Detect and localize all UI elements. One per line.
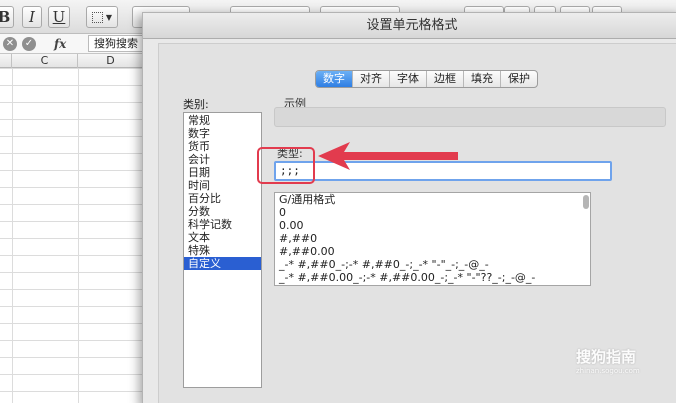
tab-font[interactable]: 字体: [390, 71, 427, 87]
bold-button[interactable]: B: [0, 6, 14, 28]
corner-header[interactable]: [0, 54, 12, 68]
category-item-time[interactable]: 时间: [184, 179, 261, 192]
format-code-item[interactable]: G/通用格式: [275, 193, 590, 206]
category-item-date[interactable]: 日期: [184, 166, 261, 179]
category-item-number[interactable]: 数字: [184, 127, 261, 140]
format-code-list[interactable]: G/通用格式 0 0.00 #,##0 #,##0.00 _-* #,##0_-…: [274, 192, 591, 286]
annotation-highlight-box: [257, 147, 315, 184]
annotation-arrow-icon: [318, 142, 458, 170]
category-item-fraction[interactable]: 分数: [184, 205, 261, 218]
sample-preview: [274, 107, 666, 127]
confirm-icon[interactable]: ✓: [22, 36, 36, 51]
category-item-percentage[interactable]: 百分比: [184, 192, 261, 205]
formula-bar: ✕ ✓ fx 搜狗搜索: [0, 34, 158, 54]
column-header-c[interactable]: C: [12, 54, 78, 68]
fx-icon[interactable]: fx: [54, 37, 66, 51]
format-cells-dialog: 设置单元格格式 数字 对齐 字体 边框 填充 保护 类别: 常规 数字 货币 会…: [142, 12, 676, 403]
chevron-down-icon: ▼: [105, 12, 113, 22]
format-code-item[interactable]: 0.00: [275, 219, 590, 232]
category-item-custom[interactable]: 自定义: [184, 257, 261, 270]
category-list[interactable]: 常规 数字 货币 会计 日期 时间 百分比 分数 科学记数 文本 特殊 自定义: [183, 112, 262, 388]
category-item-accounting[interactable]: 会计: [184, 153, 261, 166]
tab-alignment[interactable]: 对齐: [353, 71, 390, 87]
tab-fill[interactable]: 填充: [464, 71, 501, 87]
watermark-url: zhinan.sogou.com: [576, 367, 640, 375]
column-headers: C D: [0, 54, 150, 68]
watermark-title: 搜狗指南: [576, 348, 637, 366]
format-code-item[interactable]: _-* #,##0.00_-;-* #,##0.00_-;_-* "-"??_-…: [275, 271, 590, 284]
tab-bar: 数字 对齐 字体 边框 填充 保护: [315, 70, 538, 88]
tab-number[interactable]: 数字: [316, 71, 353, 87]
category-label: 类别:: [183, 98, 209, 111]
dialog-title: 设置单元格格式: [143, 13, 676, 39]
format-code-item[interactable]: #,##0: [275, 232, 590, 245]
category-item-general[interactable]: 常规: [184, 114, 261, 127]
border-icon: [91, 11, 103, 23]
border-dropdown[interactable]: ▼: [86, 6, 118, 28]
italic-button[interactable]: I: [22, 6, 42, 28]
column-header-d[interactable]: D: [78, 54, 144, 68]
format-code-item[interactable]: _-* #,##0_-;-* #,##0_-;_-* "-"_-;_-@_-: [275, 258, 590, 271]
category-item-special[interactable]: 特殊: [184, 244, 261, 257]
scrollbar[interactable]: [583, 195, 589, 209]
underline-button[interactable]: U: [48, 6, 70, 28]
category-item-scientific[interactable]: 科学记数: [184, 218, 261, 231]
format-code-item[interactable]: 0: [275, 206, 590, 219]
category-item-currency[interactable]: 货币: [184, 140, 261, 153]
watermark: 搜狗指南 zhinan.sogou.com: [576, 346, 640, 375]
tab-protection[interactable]: 保护: [501, 71, 537, 87]
cancel-icon[interactable]: ✕: [3, 36, 17, 51]
cell-grid[interactable]: [0, 68, 150, 403]
category-item-text[interactable]: 文本: [184, 231, 261, 244]
tab-border[interactable]: 边框: [427, 71, 464, 87]
format-code-item[interactable]: #,##0.00: [275, 245, 590, 258]
